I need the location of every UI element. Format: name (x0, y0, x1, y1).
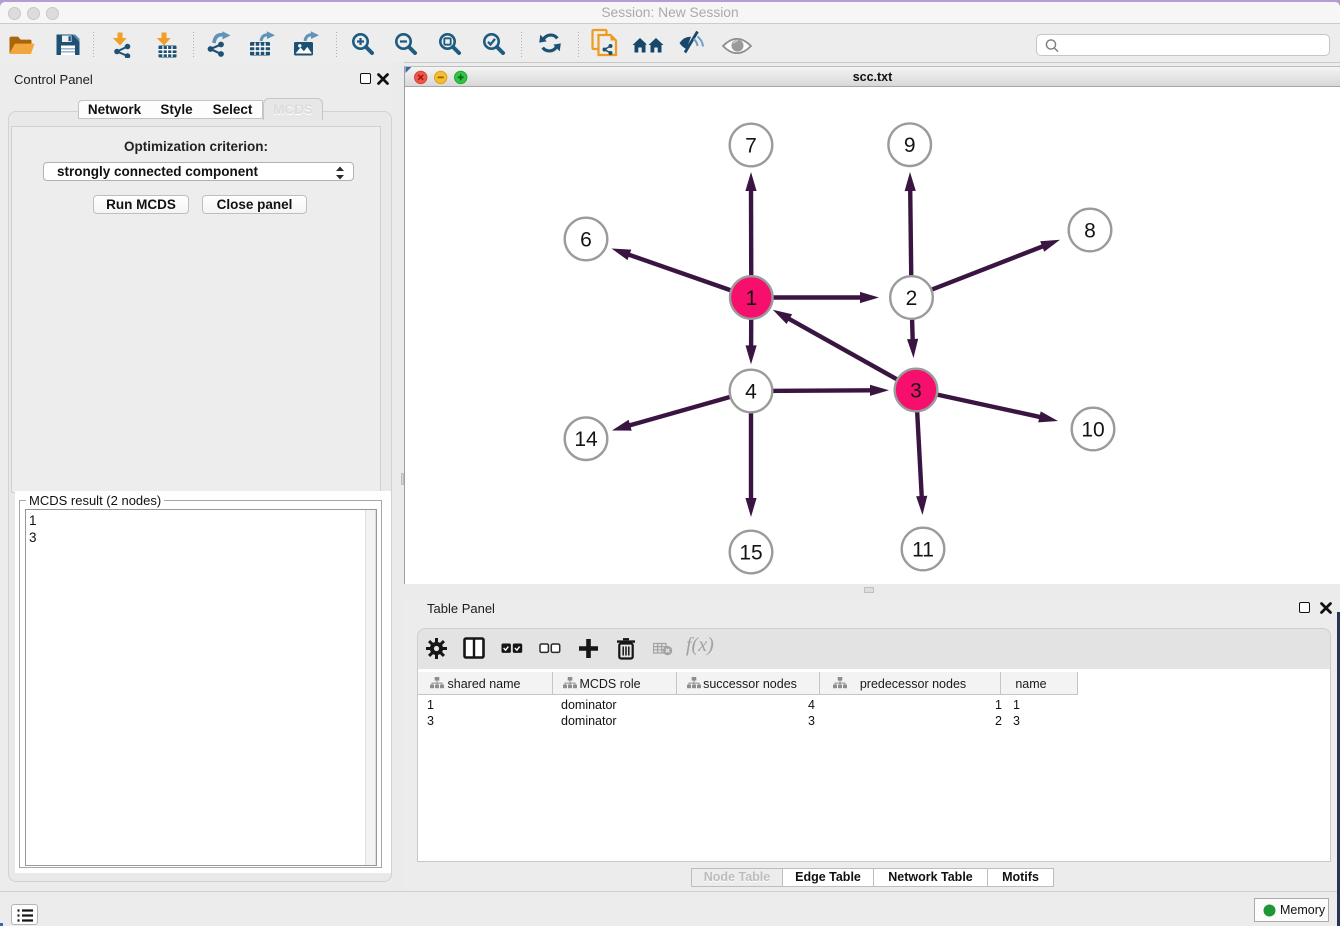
svg-text:8: 8 (1084, 220, 1096, 243)
svg-text:11: 11 (912, 539, 934, 562)
svg-text:3: 3 (910, 380, 922, 403)
svg-text:6: 6 (580, 229, 592, 252)
svg-text:1: 1 (745, 287, 757, 310)
svg-text:4: 4 (745, 381, 757, 404)
svg-text:15: 15 (739, 542, 762, 565)
svg-text:10: 10 (1081, 419, 1104, 442)
svg-text:7: 7 (745, 135, 757, 158)
svg-text:2: 2 (906, 287, 918, 310)
svg-text:14: 14 (574, 428, 598, 451)
svg-text:9: 9 (904, 134, 916, 157)
